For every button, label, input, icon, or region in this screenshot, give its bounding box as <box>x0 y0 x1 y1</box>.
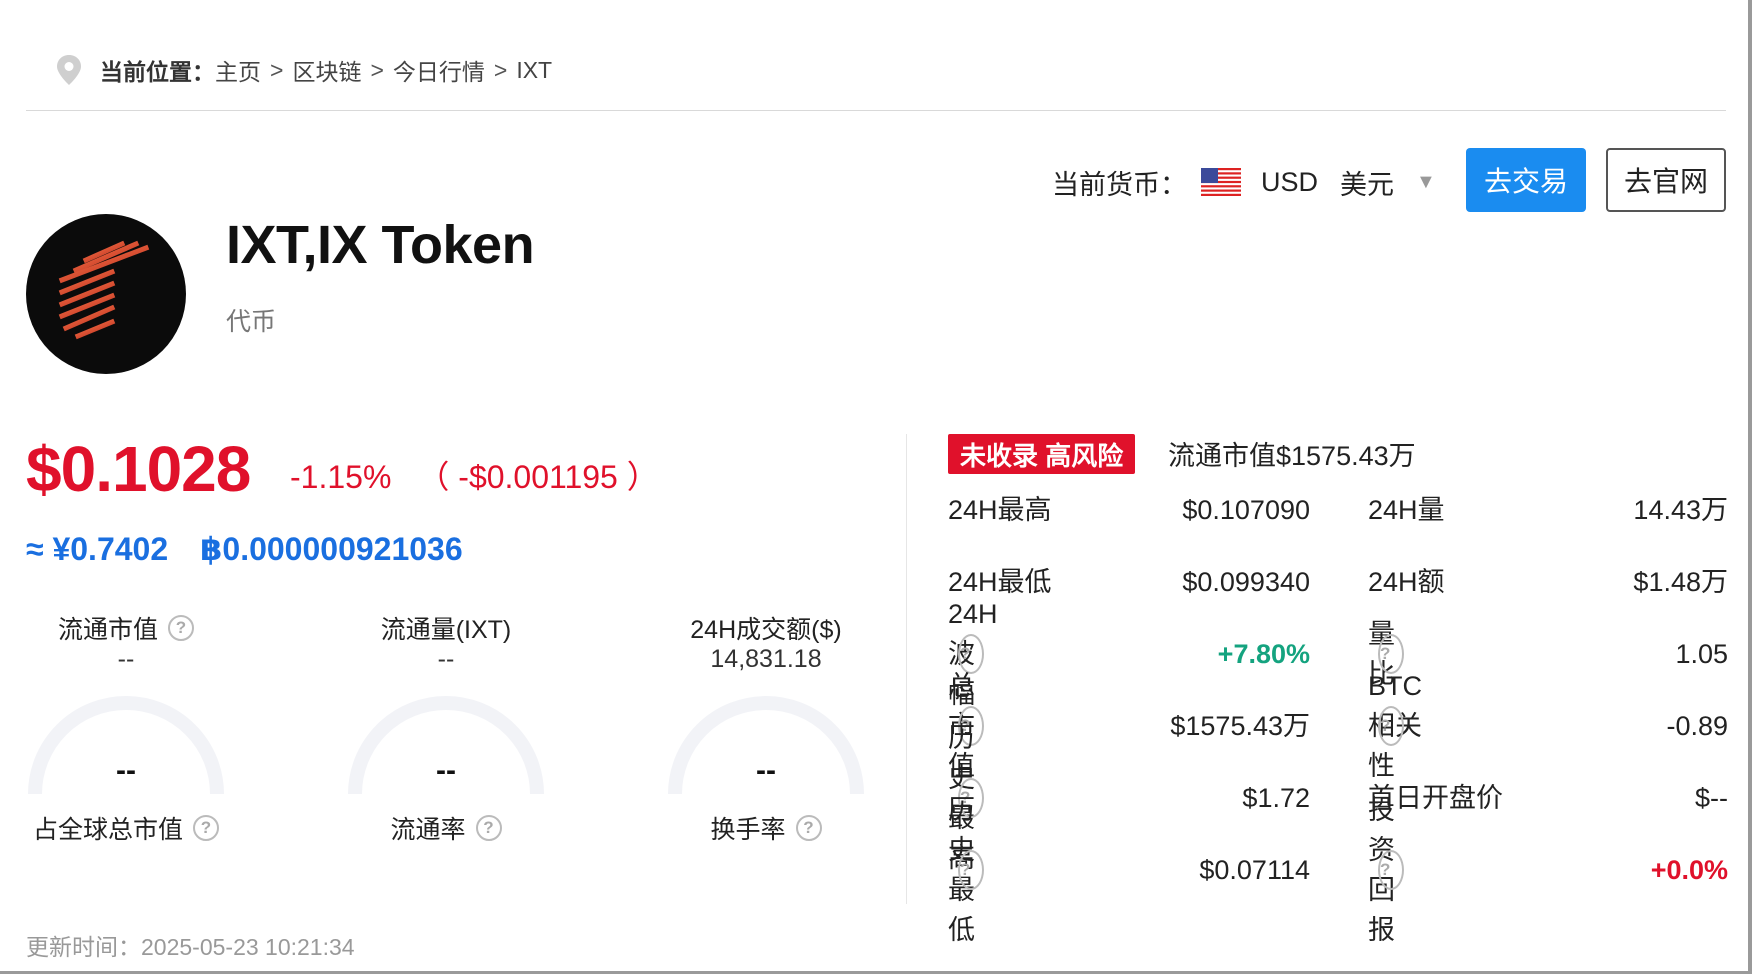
gauge-arc: -- <box>26 694 226 800</box>
gauge-row: 流通市值? -- -- 占全球总市值? 流通量(IXT) -- -- 流通率? … <box>26 612 886 852</box>
stat-value: 1.05 <box>1675 639 1728 669</box>
update-time: 更新时间：2025-05-23 10:21:34 <box>26 934 355 960</box>
trade-button[interactable]: 去交易 <box>1466 148 1586 212</box>
currency-code: USD <box>1261 166 1319 197</box>
stats-row: 24H最低 $0.099340 24H额 $1.48万 <box>948 562 1728 634</box>
gauge-value: 14,831.18 <box>710 645 822 673</box>
column-divider <box>906 434 907 904</box>
stat-value: $1575.43万 <box>1170 711 1310 741</box>
stats-row: 历史最低? $0.07114 投资回报? +0.0% <box>948 795 1728 945</box>
stat-value: $1.48万 <box>1633 567 1728 597</box>
gauge-arc: -- <box>346 694 546 800</box>
price-cny: ≈ ¥0.7402 <box>26 531 169 567</box>
gauge-center-value: -- <box>436 754 456 787</box>
stat-value: $0.07114 <box>1199 855 1310 885</box>
help-icon[interactable]: ? <box>168 615 194 641</box>
currency-label: 当前货币： <box>1052 169 1187 200</box>
price-change-pct: -1.15% <box>290 459 392 495</box>
gauge-24h-volume: 24H成交额($) 14,831.18 -- 换手率? <box>666 612 866 852</box>
ixt-cube-icon <box>58 240 155 343</box>
stats-row: 24H波幅? +7.80% 量比? 1.05 <box>948 599 1728 709</box>
price-alternates: ≈ ¥0.7402 ฿0.000000921036 <box>26 530 463 568</box>
gauge-title: 24H成交额($) <box>666 612 866 644</box>
breadcrumb: 当前位置： 主页 > 区块链 > 今日行情 > IXT <box>56 52 552 88</box>
breadcrumb-home[interactable]: 主页 <box>215 53 261 87</box>
gauge-market-cap: 流通市值? -- -- 占全球总市值? <box>26 612 226 852</box>
gauge-title: 流通量(IXT) <box>346 612 546 644</box>
help-icon[interactable]: ? <box>795 815 822 841</box>
help-icon[interactable]: ? <box>1378 850 1404 890</box>
gauge-value: -- <box>437 645 455 673</box>
stat-value: +7.80% <box>1217 639 1310 669</box>
stats-row: 总市值? $1575.43万 BTC相关性? -0.89 <box>948 671 1728 781</box>
gauge-value: -- <box>117 645 135 673</box>
header-divider <box>26 110 1726 111</box>
window-edge <box>1748 0 1752 974</box>
circulating-market-cap: 流通市值$1575.43万 <box>1168 441 1416 471</box>
currency-selector[interactable]: 当前货币： USD 美元 ▼ <box>1052 162 1436 202</box>
token-type: 代币 <box>226 308 277 336</box>
help-icon[interactable]: ? <box>475 815 502 841</box>
breadcrumb-current: IXT <box>516 56 553 83</box>
stat-value: $-- <box>1695 783 1728 813</box>
gauge-title-text: 流通量(IXT) <box>380 616 512 644</box>
stat-value: $0.107090 <box>1182 495 1310 525</box>
stat-value: $0.099340 <box>1182 567 1310 597</box>
gauge-center-value: -- <box>116 754 136 787</box>
gauge-circulating-supply: 流通量(IXT) -- -- 流通率? <box>346 612 546 852</box>
us-flag-icon <box>1201 168 1241 196</box>
stat-value: 14.43万 <box>1633 495 1728 525</box>
stat-value: +0.0% <box>1650 855 1728 885</box>
current-price: $0.1028 <box>26 433 251 505</box>
stat-label: 24H额 <box>1368 567 1445 597</box>
breadcrumb-separator: > <box>270 56 284 83</box>
token-name: IXT,IX Token <box>226 215 535 275</box>
gauge-footer-text: 换手率 <box>710 816 786 844</box>
breadcrumb-separator: > <box>370 56 384 83</box>
currency-name: 美元 <box>1340 169 1395 200</box>
official-site-button[interactable]: 去官网 <box>1606 148 1726 212</box>
gauge-title-text: 24H成交额($) <box>690 616 842 644</box>
risk-badge: 未收录 高风险 <box>948 434 1136 474</box>
help-icon[interactable]: ? <box>1378 706 1404 746</box>
stat-value: -0.89 <box>1666 711 1728 741</box>
help-icon[interactable]: ? <box>193 815 219 841</box>
gauge-title-text: 流通市值 <box>57 616 158 644</box>
stats-row: 24H最高 $0.107090 24H量 14.43万 <box>948 490 1728 562</box>
price-change-amount: （ -$0.001195 ） <box>417 459 659 495</box>
price-btc: ฿0.000000921036 <box>200 531 463 567</box>
gauge-footer: 占全球总市值? <box>26 812 226 844</box>
stats-row: 历史最高? $1.72 首日开盘价 $-- <box>948 723 1728 873</box>
chevron-down-icon: ▼ <box>1416 170 1436 193</box>
breadcrumb-market[interactable]: 今日行情 <box>393 53 485 87</box>
gauge-center-value: -- <box>756 754 776 787</box>
location-pin-icon <box>57 55 81 85</box>
breadcrumb-label: 当前位置： <box>100 59 215 85</box>
gauge-footer-text: 流通率 <box>390 816 466 844</box>
help-icon[interactable]: ? <box>958 850 984 890</box>
stats-table: 24H最高 $0.107090 24H量 14.43万 24H最低 $0.099… <box>948 490 1728 945</box>
stat-value: $1.72 <box>1242 783 1310 813</box>
stat-label: 24H最高 <box>948 495 1052 525</box>
gauge-title: 流通市值? <box>26 612 226 644</box>
gauge-footer: 流通率? <box>346 812 546 844</box>
gauge-footer-text: 占全球总市值 <box>32 816 183 844</box>
breadcrumb-separator: > <box>493 56 508 83</box>
price-change: -1.15% （ -$0.001195 ） <box>290 452 659 498</box>
stat-label: 24H量 <box>1368 495 1445 525</box>
token-logo <box>26 214 186 374</box>
gauge-footer: 换手率? <box>666 812 866 844</box>
gauge-arc: -- <box>666 694 866 800</box>
breadcrumb-blockchain[interactable]: 区块链 <box>292 53 361 87</box>
